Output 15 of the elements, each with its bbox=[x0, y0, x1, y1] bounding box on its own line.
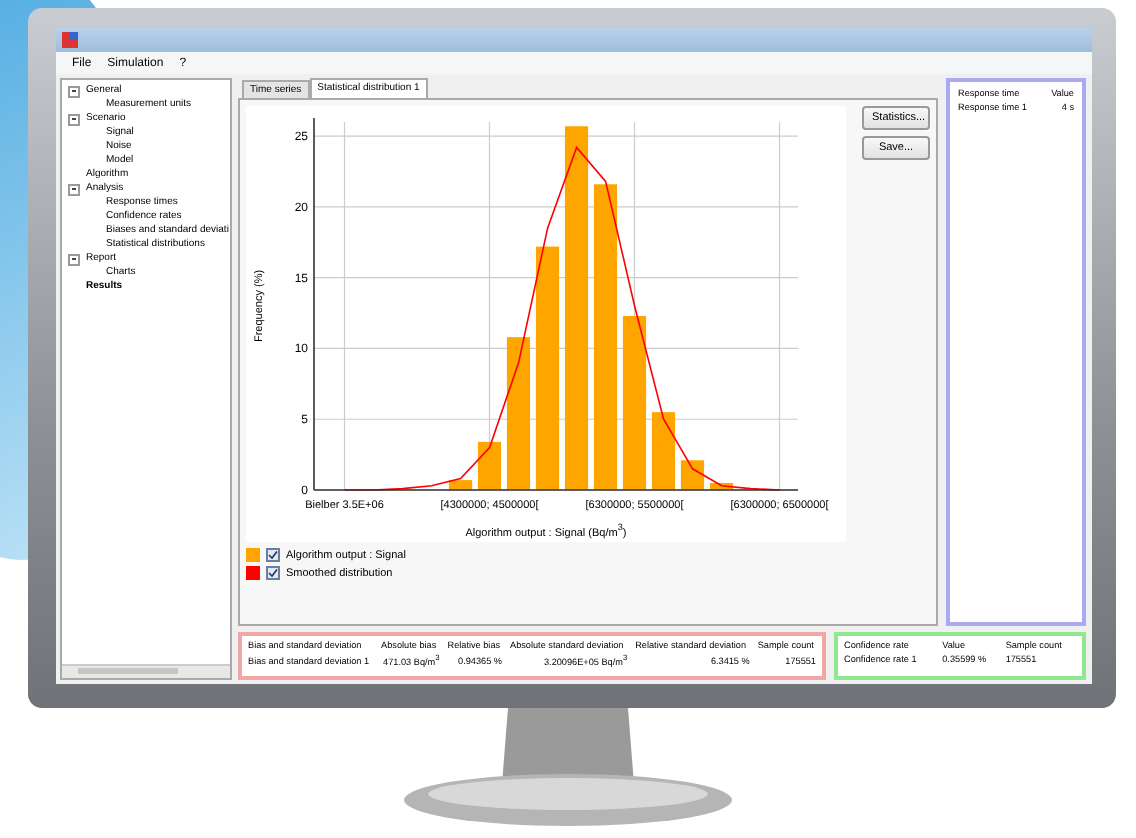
collapse-icon[interactable] bbox=[68, 85, 80, 97]
checkbox[interactable] bbox=[266, 548, 280, 562]
legend-swatch bbox=[246, 548, 260, 562]
horizontal-scrollbar[interactable] bbox=[62, 664, 230, 678]
app-icon bbox=[62, 32, 78, 48]
legend-swatch bbox=[246, 566, 260, 580]
collapse-icon[interactable] bbox=[68, 113, 80, 125]
histogram-bar bbox=[651, 412, 676, 490]
histogram-bar bbox=[477, 441, 502, 490]
checkbox[interactable] bbox=[266, 566, 280, 580]
histogram-bar bbox=[680, 460, 705, 490]
collapse-icon[interactable] bbox=[68, 183, 80, 195]
collapse-icon[interactable] bbox=[68, 253, 80, 265]
histogram-bar bbox=[709, 482, 734, 490]
histogram-bar bbox=[448, 480, 473, 490]
